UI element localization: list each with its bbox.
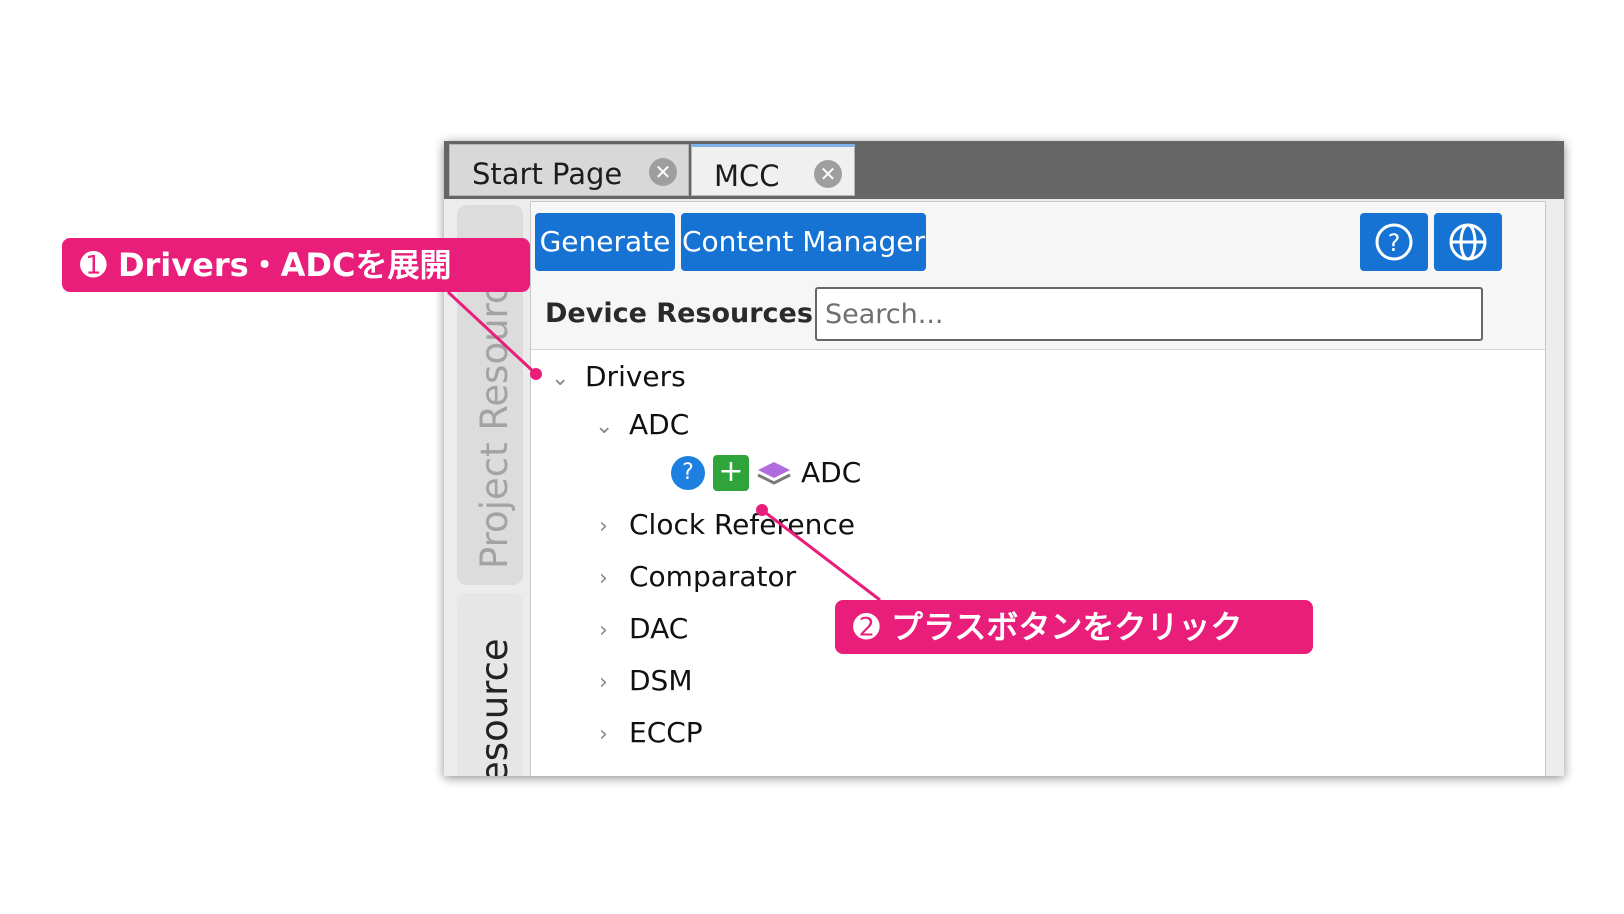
callout1-leader — [446, 290, 538, 376]
callout1-dot — [530, 368, 542, 380]
callout-leader-lines — [446, 290, 881, 602]
callout2-leader — [761, 508, 881, 602]
annotation-step1: ➊ Drivers・ADCを展開 — [62, 238, 530, 292]
annotation-step2: ➋ プラスボタンをクリック — [835, 600, 1313, 654]
callout2-dot — [756, 504, 768, 516]
